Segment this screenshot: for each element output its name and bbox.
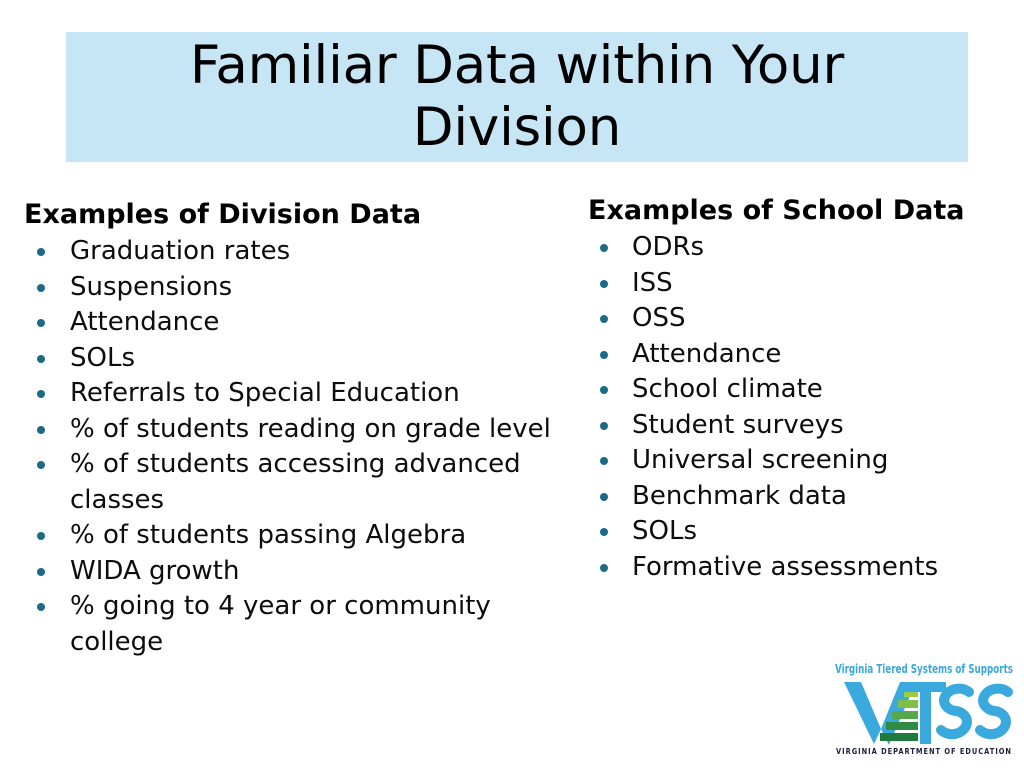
bullet-icon: [600, 563, 608, 572]
list-item-label: School climate: [632, 374, 823, 404]
title-banner: Familiar Data within Your Division: [66, 32, 968, 162]
logo-letter-s-2: [975, 683, 1013, 740]
list-item: School climate: [588, 372, 1012, 408]
bullet-icon: [37, 567, 45, 576]
list-item-label: Graduation rates: [70, 236, 291, 266]
list-item-label: Referrals to Special Education: [70, 378, 460, 408]
bullet-icon: [600, 279, 608, 288]
list-item: Universal screening: [588, 443, 1012, 479]
list-item: SOLs: [588, 514, 1012, 550]
list-item-label: ODRs: [632, 232, 705, 262]
list-item: Student surveys: [588, 408, 1012, 444]
bullet-icon: [37, 390, 45, 398]
list-item-label: Universal screening: [632, 445, 889, 475]
bullet-icon: [37, 532, 45, 540]
bullet-icon: [600, 457, 608, 465]
list-item: ODRs: [588, 230, 1012, 266]
bullet-icon: [37, 248, 45, 256]
school-data-heading: Examples of School Data: [588, 195, 965, 226]
list-item-label: WIDA growth: [70, 555, 240, 586]
list-item-label: % going to 4 year or community college: [70, 591, 491, 657]
school-data-list: ODRs ISS OSS Attendance School climate S…: [588, 230, 1012, 585]
list-item-label: Benchmark data: [632, 480, 847, 511]
bullet-icon: [37, 283, 45, 292]
list-item-label: SOLs: [632, 516, 697, 546]
bullet-icon: [600, 528, 608, 536]
bullet-icon: [600, 492, 608, 501]
list-item: % of students reading on grade level: [24, 412, 584, 448]
bullet-icon: [37, 603, 45, 611]
division-data-heading: Examples of Division Data: [24, 199, 422, 230]
list-item: OSS: [588, 301, 1012, 337]
bullet-icon: [37, 461, 45, 469]
list-item-label: Formative assessments: [632, 551, 939, 582]
list-item: SOLs: [24, 341, 584, 377]
bullet-icon: [37, 319, 45, 327]
page-title: Familiar Data within Your Division: [189, 35, 845, 158]
list-item: Formative assessments: [588, 550, 1012, 586]
list-item: WIDA growth: [24, 554, 584, 590]
bullet-icon: [600, 350, 608, 359]
list-item: % of students accessing advanced classes: [24, 447, 584, 518]
list-item-label: Student surveys: [632, 409, 844, 440]
list-item-label: OSS: [632, 303, 686, 333]
division-data-list: Graduation rates Suspensions Attendance …: [24, 234, 584, 660]
bullet-icon: [37, 425, 45, 434]
list-item-label: % of students accessing advanced classes: [70, 449, 521, 515]
logo-letter-v: [844, 682, 881, 744]
list-item-label: % of students reading on grade level: [70, 413, 551, 444]
list-item: Referrals to Special Education: [24, 376, 584, 412]
list-item-label: Suspensions: [70, 271, 233, 302]
bullet-icon: [37, 354, 45, 363]
bullet-icon: [600, 421, 608, 430]
bullet-icon: [600, 244, 608, 252]
bullet-icon: [600, 386, 608, 394]
list-item-label: ISS: [632, 267, 673, 298]
list-item-label: Attendance: [70, 307, 220, 337]
bullet-icon: [600, 315, 608, 323]
list-item: ISS: [588, 266, 1012, 302]
division-data-column: Examples of Division Data Graduation rat…: [24, 198, 584, 660]
list-item-label: Attendance: [632, 338, 782, 369]
list-item: Attendance: [24, 305, 584, 341]
list-item-label: SOLs: [70, 342, 135, 373]
logo-tagline-text: Virginia Tiered Systems of Supports: [835, 661, 1013, 676]
list-item: Attendance: [588, 337, 1012, 373]
school-data-column: Examples of School Data ODRs ISS OSS Att…: [588, 194, 1012, 585]
logo-footer-text: VIRGINIA DEPARTMENT OF EDUCATION: [836, 747, 1012, 756]
list-item: Suspensions: [24, 270, 584, 306]
list-item-label: % of students passing Algebra: [70, 520, 467, 550]
vtss-logo: Virginia Tiered Systems of Supports VIRG…: [828, 659, 1020, 757]
logo-letter-s-1: [936, 683, 974, 740]
list-item: % of students passing Algebra: [24, 518, 584, 554]
list-item: Benchmark data: [588, 479, 1012, 515]
list-item: % going to 4 year or community college: [24, 589, 584, 660]
logo-letter-t-stem: [920, 682, 931, 744]
list-item: Graduation rates: [24, 234, 584, 270]
